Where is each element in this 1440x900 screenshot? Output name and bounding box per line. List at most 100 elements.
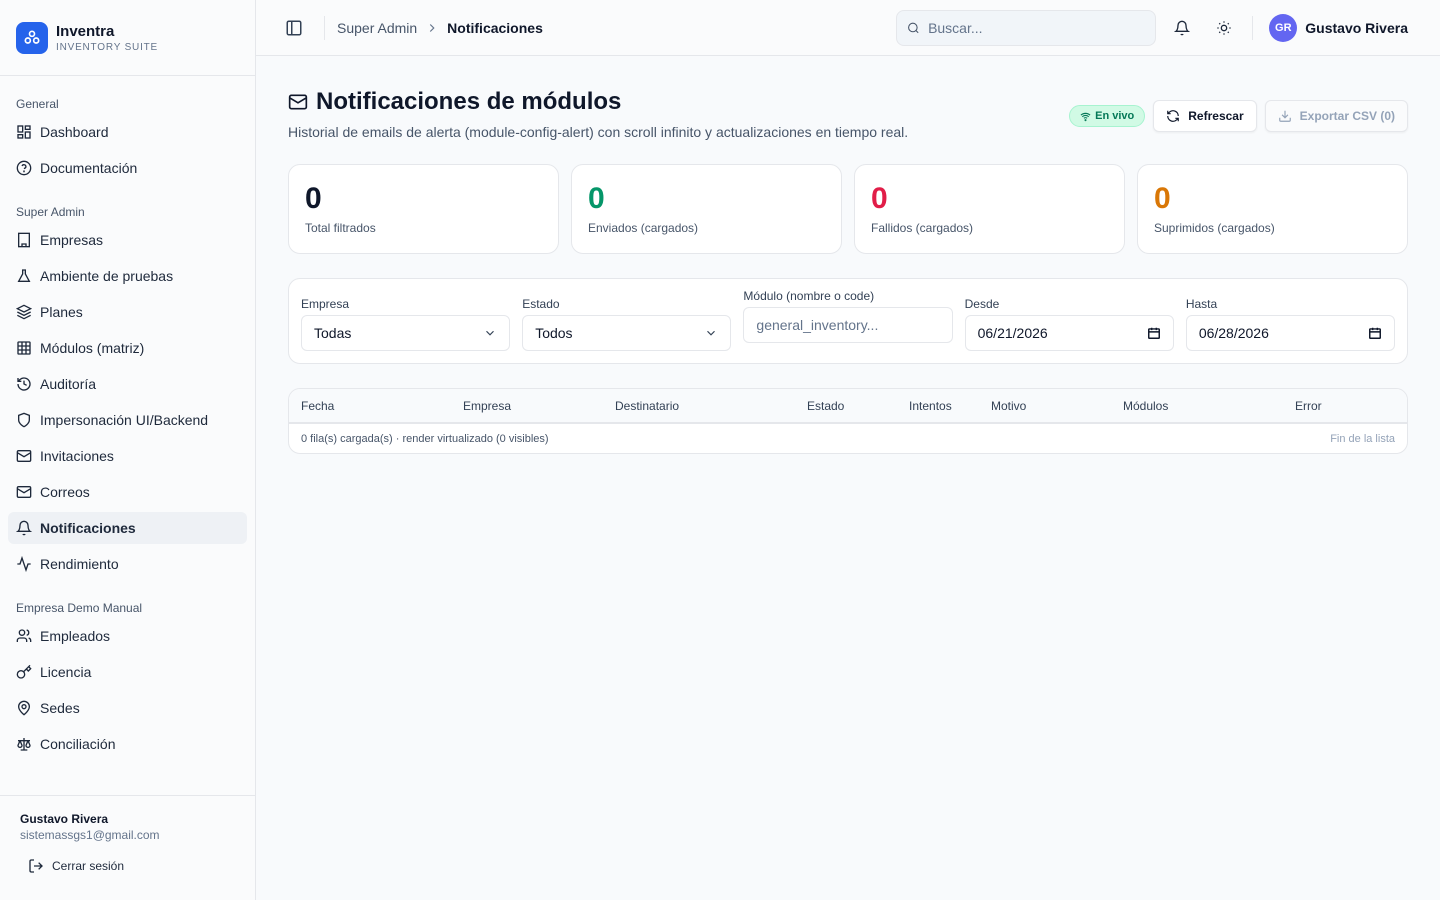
sidebar-item-modulos[interactable]: Módulos (matriz) — [8, 332, 247, 364]
refresh-icon — [1167, 110, 1180, 122]
sidebar-item-rendimiento[interactable]: Rendimiento — [8, 548, 247, 580]
sidebar-item-licencia[interactable]: Licencia — [8, 656, 247, 688]
brand-logo-icon — [16, 21, 48, 54]
refresh-button[interactable]: Refrescar — [1153, 100, 1257, 132]
scale-icon — [17, 738, 31, 751]
sidebar-item-dashboard[interactable]: Dashboard — [8, 116, 247, 148]
live-badge-label: En vivo — [1095, 110, 1135, 122]
breadcrumb-item-super-admin[interactable]: Super Admin — [337, 20, 417, 36]
stat-label: Enviados (cargados) — [588, 221, 699, 235]
column-header-modulos[interactable]: Módulos — [1123, 399, 1295, 413]
page-title: Notificaciones de módulos — [316, 88, 622, 115]
sidebar-item-auditoria[interactable]: Auditoría — [8, 368, 247, 400]
sidebar-item-impersonacion[interactable]: Impersonación UI/Backend — [8, 404, 247, 436]
filter-label: Hasta — [1185, 297, 1218, 311]
avatar: GR — [1269, 13, 1298, 42]
main-area: Super Admin Notificaciones GR Gustavo Ri… — [256, 0, 1440, 900]
export-csv-button[interactable]: Exportar CSV (0) — [1264, 100, 1408, 132]
desde-date-input[interactable]: 06/21/2026 — [964, 315, 1174, 351]
theme-toggle-button[interactable] — [1208, 12, 1240, 44]
calendar-icon[interactable] — [1147, 326, 1161, 340]
stat-value: 0 — [1154, 182, 1171, 215]
sidebar-item-label: Licencia — [40, 664, 92, 680]
modulo-input[interactable]: general_inventory... — [743, 307, 953, 343]
sidebar-item-label: Invitaciones — [40, 448, 114, 464]
column-header-estado[interactable]: Estado — [807, 399, 909, 413]
stat-value: 0 — [871, 182, 888, 215]
stat-card-enviados: 0 Enviados (cargados) — [571, 164, 842, 254]
column-header-error[interactable]: Error — [1295, 399, 1395, 413]
stat-label: Total filtrados — [305, 221, 376, 235]
sidebar-item-label: Notificaciones — [40, 520, 136, 536]
chevron-down-icon — [707, 330, 716, 336]
sidebar-item-notificaciones[interactable]: Notificaciones — [8, 512, 247, 544]
filters-panel: Empresa Todas Estado Todos Módulo (nombr… — [288, 278, 1408, 364]
nav-group-super-admin: Super Admin Empresas Ambiente de pruebas… — [8, 200, 247, 580]
sidebar-item-label: Módulos (matriz) — [40, 340, 145, 356]
sidebar-item-sedes[interactable]: Sedes — [8, 692, 247, 724]
stats-row: 0 Total filtrados 0 Enviados (cargados) … — [288, 164, 1408, 254]
stat-card-total: 0 Total filtrados — [288, 164, 559, 254]
hasta-date-input[interactable]: 06/28/2026 — [1185, 315, 1396, 351]
sidebar-item-label: Auditoría — [40, 376, 97, 392]
download-icon — [1278, 110, 1291, 122]
activity-icon — [17, 556, 31, 572]
search-input[interactable] — [928, 19, 1146, 36]
sidebar-item-correos[interactable]: Correos — [8, 476, 247, 508]
logout-icon — [29, 859, 43, 873]
refresh-label: Refrescar — [1188, 109, 1244, 123]
stat-value: 0 — [305, 182, 322, 215]
nav-group-title: Super Admin — [16, 205, 85, 219]
stat-label: Fallidos (cargados) — [871, 221, 974, 235]
column-header-motivo[interactable]: Motivo — [991, 399, 1123, 413]
layers-icon — [16, 304, 32, 320]
sidebar-item-label: Correos — [40, 484, 90, 500]
sidebar-item-label: Planes — [40, 304, 83, 320]
sidebar-item-label: Dashboard — [40, 124, 109, 140]
calendar-icon[interactable] — [1368, 326, 1382, 340]
nav-group-general: General Dashboard Documentación — [8, 92, 247, 184]
select-value: Todas — [314, 325, 352, 341]
sidebar-item-label: Conciliación — [40, 736, 116, 752]
filter-label: Módulo (nombre o code) — [743, 289, 875, 303]
estado-select[interactable]: Todos — [522, 315, 732, 351]
wifi-icon — [1080, 112, 1091, 121]
sun-icon — [1217, 20, 1231, 35]
nav-group-empresa-demo: Empresa Demo Manual Empleados Licencia S… — [8, 596, 247, 760]
user-menu[interactable]: GR Gustavo Rivera — [1269, 13, 1408, 42]
stat-value: 0 — [588, 182, 605, 215]
building-icon — [18, 232, 30, 248]
sidebar-item-empresas[interactable]: Empresas — [8, 224, 247, 256]
table-header: Fecha Empresa Destinatario Estado Intent… — [289, 389, 1407, 423]
sidebar-item-planes[interactable]: Planes — [8, 296, 247, 328]
sidebar-item-empleados[interactable]: Empleados — [8, 620, 247, 652]
sidebar-item-label: Empresas — [40, 232, 104, 248]
column-header-intentos[interactable]: Intentos — [909, 399, 991, 413]
key-icon — [16, 664, 32, 679]
shield-icon — [18, 412, 30, 428]
column-header-empresa[interactable]: Empresa — [463, 399, 615, 413]
nav-group-title: Empresa Demo Manual — [16, 601, 143, 615]
sidebar-item-conciliacion[interactable]: Conciliación — [8, 728, 247, 760]
live-status-badge: En vivo — [1069, 105, 1146, 127]
sidebar-toggle-button[interactable] — [284, 18, 304, 38]
notifications-button[interactable] — [1166, 12, 1198, 44]
sidebar-item-label: Documentación — [40, 160, 138, 176]
sidebar-item-documentacion[interactable]: Documentación — [8, 152, 247, 184]
sidebar-item-label: Sedes — [40, 700, 80, 716]
empresa-select[interactable]: Todas — [301, 315, 511, 351]
users-icon — [16, 629, 32, 642]
sidebar-item-invitaciones[interactable]: Invitaciones — [8, 440, 247, 472]
column-header-fecha[interactable]: Fecha — [301, 399, 463, 413]
user-name: Gustavo Rivera — [1305, 19, 1408, 36]
end-of-list-label: Fin de la lista — [1330, 432, 1395, 445]
sidebar-item-ambiente-pruebas[interactable]: Ambiente de pruebas — [8, 260, 247, 292]
column-header-destinatario[interactable]: Destinatario — [615, 399, 807, 413]
page-content: Notificaciones de módulos Historial de e… — [256, 56, 1440, 486]
logout-button[interactable]: Cerrar sesión — [20, 858, 235, 874]
flask-icon — [17, 269, 31, 282]
sidebar-user-email: sistemassgs1@gmail.com — [20, 828, 160, 842]
brand-name: Inventra — [56, 22, 115, 40]
filter-label: Desde — [964, 297, 1000, 311]
export-label: Exportar CSV (0) — [1299, 109, 1395, 123]
